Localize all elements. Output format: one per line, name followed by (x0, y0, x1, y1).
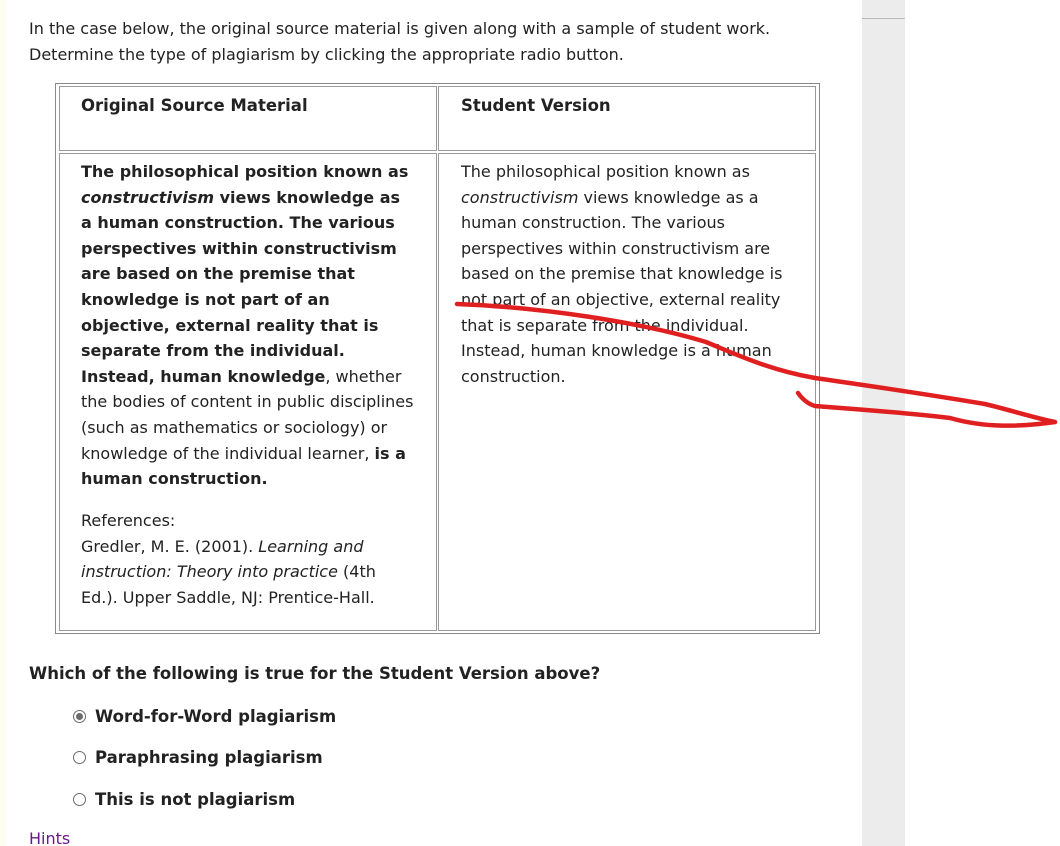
text-line: perspectives within constructivism are (461, 236, 806, 262)
text-segment: Instead, human knowledge (81, 366, 326, 386)
text-line: constructivism views knowledge as (81, 185, 426, 211)
page: In the case below, the original source m… (0, 0, 1060, 846)
instructions-line-2: Determine the type of plagiarism by clic… (29, 45, 624, 64)
text-segment: instruction: Theory into practice (81, 562, 338, 582)
text-segment: the bodies of content in public discipli… (81, 392, 414, 412)
text-line: Ed.). Upper Saddle, NJ: Prentice-Hall. (81, 585, 426, 611)
text-segment: Ed.). Upper Saddle, NJ: Prentice-Hall. (81, 587, 375, 607)
text-line: knowledge of the individual learner, is … (81, 441, 426, 467)
text-segment: not part of an objective, external reali… (461, 289, 781, 309)
text-line: instruction: Theory into practice (4th (81, 559, 426, 585)
left-margin-strip (0, 0, 6, 846)
radio-paraphrasing[interactable] (73, 750, 86, 764)
student-version-text: The philosophical position known as const… (461, 159, 806, 389)
option-word-for-word-label: Word-for-Word plagiarism (95, 706, 337, 726)
text-segment: is a (374, 443, 406, 463)
references-label: References: (81, 511, 176, 530)
text-line: the bodies of content in public discipli… (81, 389, 426, 415)
text-segment: The philosophical position known as (461, 162, 750, 181)
text-line: construction. (461, 364, 806, 390)
text-line: constructivism views knowledge as a (461, 185, 806, 211)
instructions: In the case below, the original source m… (29, 16, 819, 68)
text-segment: based on the premise that knowledge is (461, 264, 783, 284)
text-segment: a human construction. The various (81, 213, 395, 233)
text-line: Instead, human knowledge is a human (461, 338, 806, 364)
instructions-line-1: In the case below, the original source m… (29, 19, 771, 38)
text-line: Instead, human knowledge, whether (81, 364, 426, 390)
text-line: human construction. (81, 466, 426, 492)
text-segment: views knowledge as (214, 187, 401, 207)
question-prompt: Which of the following is true for the S… (29, 664, 601, 683)
text-line: Gredler, M. E. (2001). Learning and (81, 534, 426, 560)
text-segment: separate from the individual. (81, 341, 345, 361)
right-side-panel (862, 0, 905, 846)
right-panel-divider (862, 18, 905, 19)
text-segment: The philosophical position known as (81, 162, 409, 181)
text-segment: construction. (461, 366, 566, 386)
text-segment: perspectives within constructivism (81, 238, 397, 258)
text-line: that is separate from the individual. (461, 313, 806, 339)
text-segment: that is separate from the individual. (461, 315, 749, 335)
text-segment: , whether (325, 366, 402, 386)
text-segment: Gredler, M. E. (2001). (81, 536, 259, 556)
text-line: The philosophical position known as (461, 159, 806, 185)
option-not-plagiarism-label: This is not plagiarism (95, 789, 296, 809)
text-segment: knowledge is not part of an (81, 289, 330, 309)
text-line: objective, external reality that is (81, 313, 426, 339)
hints-link[interactable]: Hints (29, 829, 70, 846)
original-header-label: Original Source Material (81, 96, 308, 115)
text-segment: (4th (337, 562, 376, 582)
text-line: a human construction. The various (81, 210, 426, 236)
text-segment: are based on the premise that (81, 264, 355, 284)
text-segment: Learning and (258, 536, 364, 556)
text-segment: constructivism (461, 187, 579, 207)
option-not-plagiarism[interactable]: This is not plagiarism (73, 787, 295, 811)
text-line: human construction. The various (461, 210, 806, 236)
option-paraphrasing-label: Paraphrasing plagiarism (95, 747, 323, 767)
text-line: knowledge is not part of an (81, 287, 426, 313)
text-line: based on the premise that knowledge is (461, 261, 806, 287)
option-word-for-word[interactable]: Word-for-Word plagiarism (73, 704, 336, 728)
references-citation: Gredler, M. E. (2001). Learning and instr… (81, 534, 426, 611)
text-segment: Instead, human knowledge is a human (461, 341, 772, 361)
option-paraphrasing[interactable]: Paraphrasing plagiarism (73, 745, 323, 769)
text-segment: human construction. The various (461, 213, 725, 233)
text-line: are based on the premise that (81, 261, 426, 287)
text-line: (such as mathematics or sociology) or (81, 415, 426, 441)
radio-word-for-word[interactable] (73, 709, 86, 723)
text-segment: (such as mathematics or sociology) or (81, 417, 388, 437)
case-table: Original Source Material Student Version… (55, 83, 820, 634)
text-segment: objective, external reality that is (81, 315, 379, 335)
text-segment: views knowledge as a (578, 187, 759, 207)
text-line: not part of an objective, external reali… (461, 287, 806, 313)
text-segment: knowledge of the individual learner, (81, 443, 375, 463)
student-header-label: Student Version (461, 96, 611, 115)
text-segment: constructivism (81, 187, 215, 207)
text-segment: human construction. (81, 469, 268, 489)
references-block: References: Gredler, M. E. (2001). Learn… (81, 508, 426, 610)
text-line: perspectives within constructivism (81, 236, 426, 262)
text-line: The philosophical position known as (81, 159, 426, 185)
text-segment: perspectives within constructivism are (461, 238, 771, 258)
radio-not-plagiarism[interactable] (73, 792, 86, 806)
original-source-text: The philosophical position known as const… (81, 159, 426, 492)
text-line: separate from the individual. (81, 338, 426, 364)
